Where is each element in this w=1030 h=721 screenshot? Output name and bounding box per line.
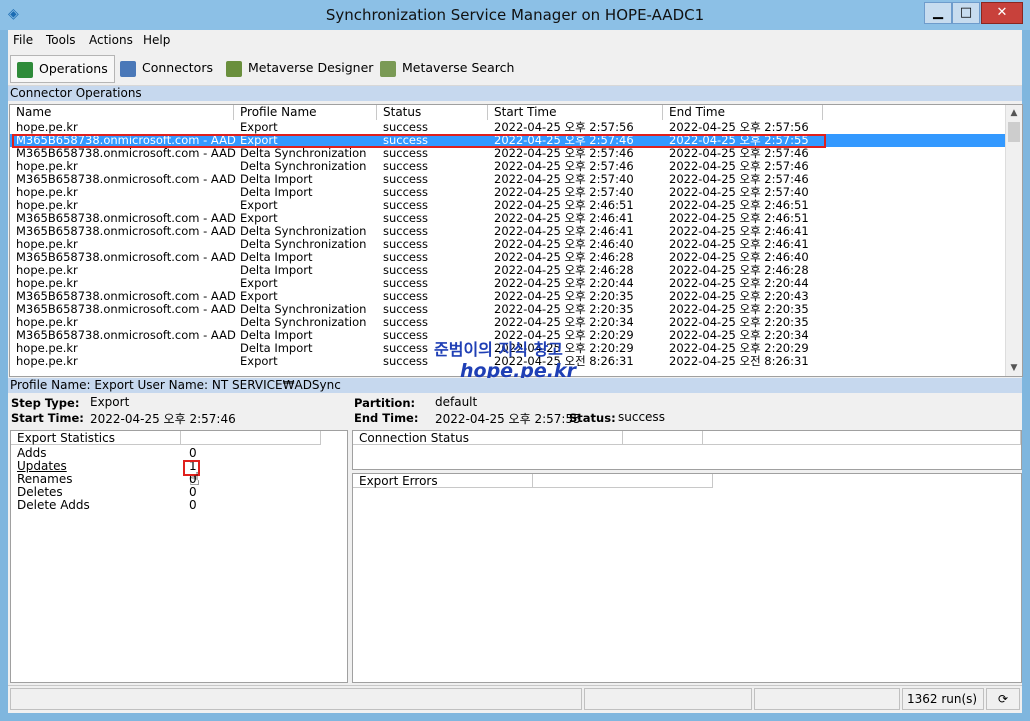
column-header-profile[interactable]: Profile Name: [234, 105, 377, 120]
metaverse-search-button[interactable]: Metaverse Search: [380, 55, 514, 81]
export-statistics-panel: Export Statistics Adds 0 Updates 1 Renames 0 D…: [10, 430, 348, 683]
partition-label: Partition:: [354, 396, 416, 410]
connectors-button[interactable]: Connectors: [120, 55, 213, 81]
end-time-value: 2022-04-25 오후 2:57:55: [435, 412, 581, 426]
row-end-time: 2022-04-25 오전 8:26:31: [669, 354, 809, 368]
stat-value: 0: [189, 498, 197, 512]
export-errors-header[interactable]: Export Errors: [353, 474, 533, 488]
title-bar[interactable]: ◈ Synchronization Service Manager on HOP…: [0, 0, 1030, 30]
scroll-up-icon[interactable]: ▲: [1006, 105, 1022, 121]
scroll-down-icon[interactable]: ▼: [1006, 360, 1022, 376]
stat-label: Delete Adds: [17, 498, 90, 512]
start-time-label: Start Time:: [11, 411, 84, 425]
profile-info-header: Profile Name: Export User Name: NT SERVI…: [8, 378, 1022, 393]
export-statistics-header[interactable]: Export Statistics: [11, 431, 181, 445]
status-pane-3: [754, 688, 900, 710]
connectors-label: Connectors: [142, 60, 213, 75]
row-status: success: [383, 354, 428, 368]
watermark-title: 준범이의 지식 창고: [434, 340, 563, 359]
maximize-button[interactable]: □: [952, 2, 980, 24]
metaverse-designer-button[interactable]: Metaverse Designer: [226, 55, 373, 81]
export-errors-col2[interactable]: [533, 474, 713, 488]
toolbar: Operations Connectors Metaverse Designer…: [8, 51, 1022, 86]
scroll-thumb[interactable]: [1008, 122, 1020, 142]
menu-actions[interactable]: Actions: [89, 33, 133, 47]
menu-tools[interactable]: Tools: [46, 33, 76, 47]
metaverse-search-label: Metaverse Search: [402, 60, 515, 75]
connector-operations-header: Connector Operations: [8, 86, 1022, 101]
operations-label: Operations: [39, 61, 108, 76]
step-type-label: Step Type:: [11, 396, 80, 410]
status-value: success: [618, 410, 665, 424]
connectors-icon: [120, 60, 136, 77]
end-time-label: End Time:: [354, 411, 419, 425]
close-button[interactable]: ✕: [981, 2, 1023, 24]
step-type-value: Export: [90, 395, 130, 409]
app-window: ◈ Synchronization Service Manager on HOP…: [0, 0, 1030, 721]
refresh-sync-icon[interactable]: ⟳: [986, 688, 1020, 710]
column-header-start-time[interactable]: Start Time: [488, 105, 663, 120]
export-errors-panel: Export Errors: [352, 473, 1022, 683]
start-time-value: 2022-04-25 오후 2:57:46: [90, 412, 236, 426]
connection-status-panel: Connection Status: [352, 430, 1022, 470]
metaverse-designer-icon: [226, 60, 242, 77]
row-name: hope.pe.kr: [16, 354, 78, 368]
minimize-button[interactable]: ▁: [924, 2, 952, 24]
status-bar: 1362 run(s) ⟳: [8, 685, 1022, 712]
column-header-name[interactable]: Name: [10, 105, 234, 120]
operations-button[interactable]: Operations: [10, 55, 115, 83]
status-label: Status:: [569, 411, 616, 425]
run-count: 1362 run(s): [902, 688, 984, 710]
column-header-end-time[interactable]: End Time: [663, 105, 823, 120]
stat-row[interactable]: Delete Adds 0: [11, 499, 321, 512]
row-profile: Export: [240, 354, 278, 368]
connection-status-col2[interactable]: [623, 431, 703, 445]
menu-help[interactable]: Help: [143, 33, 170, 47]
metaverse-designer-label: Metaverse Designer: [248, 60, 374, 75]
client-area: File Tools Actions Help Operations Conne…: [8, 30, 1023, 713]
operations-icon: [17, 61, 33, 78]
menu-bar: File Tools Actions Help: [8, 30, 1022, 50]
connection-status-header[interactable]: Connection Status: [353, 431, 623, 445]
export-statistics-value-header[interactable]: [181, 431, 321, 445]
metaverse-search-icon: [380, 60, 396, 77]
selection-highlight-box: [12, 134, 826, 148]
partition-value: default: [435, 395, 478, 409]
vertical-scrollbar[interactable]: ▲ ▼: [1005, 105, 1022, 376]
column-header-status[interactable]: Status: [377, 105, 488, 120]
status-pane-main: [10, 688, 582, 710]
menu-file[interactable]: File: [13, 33, 33, 47]
connection-status-col3[interactable]: [703, 431, 1021, 445]
status-pane-2: [584, 688, 752, 710]
hand-cursor-icon: ☝: [189, 469, 200, 490]
window-title: Synchronization Service Manager on HOPE-…: [325, 6, 705, 24]
